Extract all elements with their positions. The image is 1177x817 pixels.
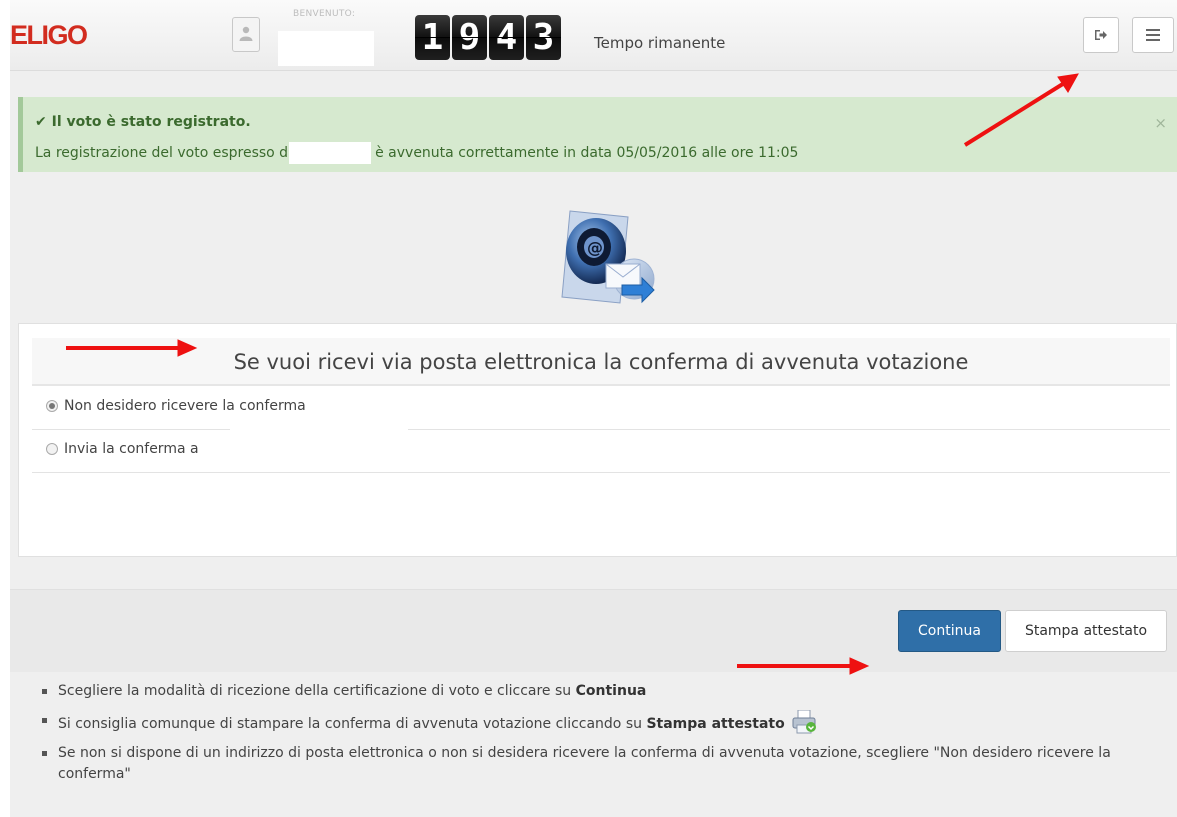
instruction-item: Se non si dispone di un indirizzo di pos… [42, 743, 1138, 785]
action-bar: Continua Stampa attestato [10, 589, 1177, 672]
timer-digit: 4 [489, 15, 524, 60]
option-label: Invia la conferma a [64, 441, 199, 457]
instruction-bold: Stampa attestato [646, 716, 785, 732]
panel-title: Se vuoi ricevi via posta elettronica la … [233, 350, 969, 374]
radio-no-confirmation[interactable] [46, 400, 58, 412]
alert-message: La registrazione del voto espresso da è … [35, 142, 1135, 164]
eligo-logo: ELIGO [10, 20, 88, 50]
redacted-username [278, 31, 374, 66]
timer-digit: 1 [415, 15, 450, 60]
option-send-confirmation[interactable]: Invia la conferma a [32, 429, 1170, 473]
printer-icon [792, 710, 817, 734]
instruction-text: Si consiglia comunque di stampare la con… [58, 716, 647, 732]
logout-button[interactable] [1083, 17, 1119, 53]
hamburger-menu-icon [1146, 29, 1160, 41]
instruction-text: Se non si dispone di un indirizzo di pos… [58, 745, 1111, 782]
email-confirmation-panel: Se vuoi ricevi via posta elettronica la … [18, 323, 1177, 557]
instructions-list: Scegliere la modalità di ricezione della… [42, 681, 1138, 793]
option-label: Non desidero ricevere la conferma [64, 398, 306, 414]
instruction-item: Si consiglia comunque di stampare la con… [42, 710, 1138, 735]
instruction-text: Scegliere la modalità di ricezione della… [58, 683, 576, 699]
user-icon [232, 17, 260, 52]
timer-digit: 3 [526, 15, 561, 60]
email-send-icon: @ [561, 210, 655, 304]
redacted-email [230, 429, 408, 463]
option-no-confirmation[interactable]: Non desidero ricevere la conferma [32, 387, 1170, 430]
instruction-bold: Continua [575, 683, 647, 699]
radio-send-confirmation[interactable] [46, 443, 58, 455]
top-header: ELIGO BENVENUTO: 1 9 4 3 Tempo rimanente [10, 0, 1177, 71]
instruction-item: Scegliere la modalità di ricezione della… [42, 681, 1138, 702]
alert-close-button[interactable]: × [1154, 114, 1167, 132]
welcome-label: BENVENUTO: [293, 9, 356, 19]
sign-out-icon [1095, 30, 1107, 40]
print-certificate-button[interactable]: Stampa attestato [1005, 610, 1167, 652]
alert-title: ✔ Il voto è stato registrato. [35, 114, 251, 130]
continue-button[interactable]: Continua [898, 610, 1001, 652]
page: ELIGO BENVENUTO: 1 9 4 3 Tempo rimanente… [10, 0, 1177, 817]
alert-text-before: La registrazione del voto espresso da [35, 145, 297, 161]
panel-heading: Se vuoi ricevi via posta elettronica la … [32, 338, 1170, 386]
svg-text:@: @ [587, 238, 603, 257]
menu-button[interactable] [1132, 17, 1174, 53]
countdown-timer: 1 9 4 3 [415, 15, 563, 60]
timer-digit: 9 [452, 15, 487, 60]
alert-text-after: è avvenuta correttamente in data 05/05/2… [375, 145, 799, 161]
redacted-email-tail [408, 445, 494, 470]
timer-label: Tempo rimanente [594, 34, 726, 52]
redacted-area [32, 480, 532, 542]
success-alert: ✔ Il voto è stato registrato. La registr… [18, 97, 1177, 172]
redacted-voter [288, 142, 371, 164]
